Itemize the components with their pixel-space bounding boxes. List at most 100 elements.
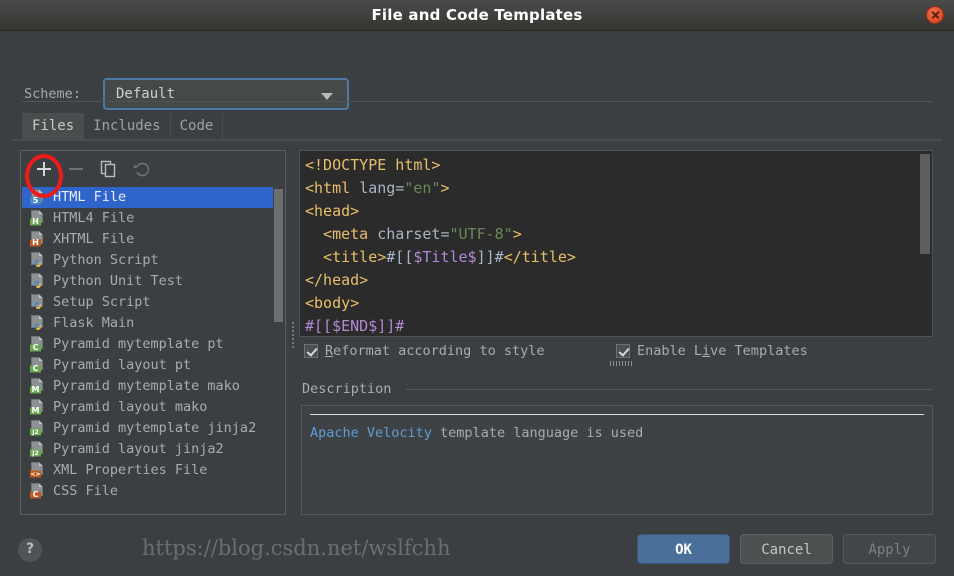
description-top-rule <box>310 414 924 415</box>
dialog-title: File and Code Templates <box>371 6 583 24</box>
svg-text:J2: J2 <box>31 429 38 436</box>
chameleon-file-icon: C <box>29 336 46 353</box>
tab-includes[interactable]: Includes <box>84 113 171 139</box>
code-line: <html lang="en"> <box>305 177 576 200</box>
xml-file-icon: <> <box>29 462 46 479</box>
list-item[interactable]: H HTML4 File <box>22 208 284 229</box>
mako-file-icon: M <box>29 399 46 416</box>
code-token: <html <box>305 179 360 197</box>
svg-text:C: C <box>33 490 39 499</box>
header-divider <box>22 101 932 102</box>
apache-velocity-link[interactable]: Apache Velocity <box>310 425 432 441</box>
code-token: "en" <box>404 179 441 197</box>
pane-splitter-handle[interactable] <box>290 320 296 354</box>
list-item-label: Setup Script <box>53 294 151 310</box>
list-item[interactable]: C Pyramid layout pt <box>22 355 284 376</box>
list-item[interactable]: C CSS File <box>22 481 284 502</box>
code-line: <!DOCTYPE html> <box>305 154 576 177</box>
code-token: ]]# <box>476 248 504 266</box>
tab-code[interactable]: Code <box>171 113 224 139</box>
plus-icon[interactable] <box>33 158 55 180</box>
list-item[interactable]: J2 Pyramid mytemplate jinja2 <box>22 418 284 439</box>
scheme-dropdown[interactable]: Default <box>103 78 349 110</box>
list-item[interactable]: Python Script <box>22 250 284 271</box>
help-button[interactable]: ? <box>18 538 42 562</box>
reformat-checkbox[interactable] <box>304 344 318 358</box>
svg-text:M: M <box>32 385 40 394</box>
tab-files[interactable]: Files <box>22 113 85 139</box>
live-templates-checkbox-label: Enable Live Templates <box>637 343 808 359</box>
code-token: "UTF-8" <box>449 225 513 243</box>
close-icon[interactable] <box>926 6 944 24</box>
svg-text:H: H <box>32 238 39 247</box>
xhtml-file-icon: H <box>29 231 46 248</box>
ok-button[interactable]: OK <box>637 534 730 564</box>
list-item[interactable]: Setup Script <box>22 292 284 313</box>
chevron-down-icon <box>321 93 333 100</box>
code-token: > <box>440 179 450 197</box>
python-file-icon <box>29 252 46 269</box>
list-item-label: Pyramid mytemplate jinja2 <box>53 420 257 436</box>
template-code-editor[interactable]: <!DOCTYPE html> <html lang="en"> <head> <m… <box>299 150 933 337</box>
cancel-button[interactable]: Cancel <box>740 534 833 564</box>
reformat-label-rest: eformat according to style <box>333 343 545 359</box>
list-item[interactable]: 5 HTML File <box>22 187 284 208</box>
list-item[interactable]: M Pyramid layout mako <box>22 397 284 418</box>
tab-underline <box>12 139 942 141</box>
scheme-row: Scheme: Default <box>0 30 954 110</box>
template-list-toolbar <box>21 151 285 187</box>
code-token: lang= <box>359 179 405 197</box>
scheme-selected-value: Default <box>116 86 176 102</box>
list-item-label: HTML File <box>53 189 127 205</box>
dialog-title-bar: File and Code Templates <box>0 0 954 31</box>
python-file-icon <box>29 315 46 332</box>
code-token: <body> <box>305 294 360 312</box>
copy-icon[interactable] <box>97 158 119 180</box>
list-item-label: Pyramid mytemplate pt <box>53 336 224 352</box>
list-item-label: Pyramid mytemplate mako <box>53 378 240 394</box>
python-file-icon <box>29 273 46 290</box>
template-list-pane: 5 HTML File H HTML4 File H XHTML File Python S… <box>20 150 286 515</box>
code-token: <!DOCTYPE html> <box>305 156 441 174</box>
list-item-label: Flask Main <box>53 315 135 331</box>
template-list[interactable]: 5 HTML File H HTML4 File H XHTML File Python S… <box>22 187 284 513</box>
list-item[interactable]: C Pyramid mytemplate pt <box>22 334 284 355</box>
description-text: Apache Velocity template language is use… <box>310 425 643 441</box>
list-item-label: Pyramid layout jinja2 <box>53 441 224 457</box>
description-rest: template language is used <box>431 425 644 441</box>
file-and-code-templates-dialog: File and Code Templates Scheme: Default … <box>0 0 954 576</box>
live-templates-checkbox[interactable] <box>616 344 630 358</box>
svg-text:<>: <> <box>30 471 40 478</box>
description-section-title: Description <box>302 381 398 397</box>
apply-button[interactable]: Apply <box>843 534 936 564</box>
list-item[interactable]: J2 Pyramid layout jinja2 <box>22 439 284 460</box>
list-item-label: Pyramid layout mako <box>53 399 208 415</box>
code-line: <meta charset="UTF-8"> <box>305 223 576 246</box>
svg-text:C: C <box>33 364 39 373</box>
list-item[interactable]: Flask Main <box>22 313 284 334</box>
python-file-icon <box>29 294 46 311</box>
list-item[interactable]: M Pyramid mytemplate mako <box>22 376 284 397</box>
code-token: #[[ <box>386 248 414 266</box>
code-token: $Title$ <box>413 248 477 266</box>
list-item[interactable]: H XHTML File <box>22 229 284 250</box>
description-box: Apache Velocity template language is use… <box>301 405 933 515</box>
list-item[interactable]: Python Unit Test <box>22 271 284 292</box>
svg-text:M: M <box>32 406 40 415</box>
template-code-text: <!DOCTYPE html> <html lang="en"> <head> <m… <box>305 154 576 336</box>
list-item-label: CSS File <box>53 483 119 499</box>
template-list-scrollbar-thumb[interactable] <box>274 189 283 322</box>
svg-text:J2: J2 <box>31 450 38 457</box>
editor-scrollbar-thumb[interactable] <box>920 154 930 254</box>
html5-file-icon: 5 <box>29 189 46 206</box>
undo-icon[interactable] <box>131 158 153 180</box>
code-line: <body> <box>305 292 576 315</box>
jinja2-file-icon: J2 <box>29 441 46 458</box>
code-token: </head> <box>305 271 369 289</box>
list-item[interactable]: <> XML Properties File <box>22 460 284 481</box>
code-token: #[[$END$]]# <box>305 317 405 335</box>
focus-indicator <box>610 361 632 366</box>
code-token: <head> <box>305 202 360 220</box>
minus-icon[interactable] <box>65 158 87 180</box>
list-item-label: Python Script <box>53 252 159 268</box>
